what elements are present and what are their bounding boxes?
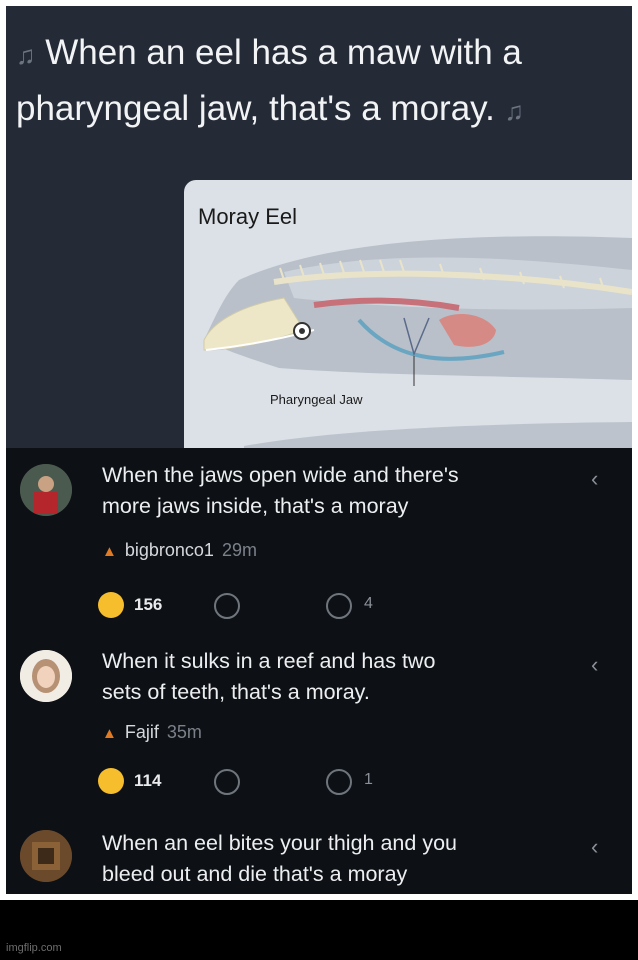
username[interactable]: Fajif — [125, 722, 159, 742]
reply-count: 4 — [364, 595, 373, 612]
post-text: ♫ When an eel has a maw with a pharyngea… — [16, 26, 626, 138]
avatar[interactable] — [20, 830, 72, 882]
reply-count: 1 — [364, 771, 373, 788]
comment-text-line: sets of teeth, that's a moray. — [102, 680, 370, 704]
music-notes-icon: ♫ — [504, 96, 525, 126]
diagram-title: Moray Eel — [198, 204, 298, 229]
like-count: 156 — [134, 595, 163, 614]
timestamp: 29m — [221, 540, 257, 560]
reaction-bar: 156 4 — [98, 590, 398, 620]
comment-text-line: When the jaws open wide and there's — [102, 463, 459, 487]
comment-text-line: bleed out and die that's a moray — [102, 862, 408, 886]
sad-face-icon[interactable] — [214, 593, 240, 619]
reply-icon[interactable] — [326, 769, 352, 795]
comment-meta: ▲ Fajif 35m — [102, 722, 202, 743]
username[interactable]: bigbronco1 — [125, 540, 214, 560]
comment-text: When an eel bites your thigh and you ble… — [102, 828, 562, 890]
like-count: 114 — [134, 771, 162, 790]
sad-face-icon[interactable] — [214, 769, 240, 795]
comment-text-line: When it sulks in a reef and has two — [102, 649, 436, 673]
avatar[interactable] — [20, 650, 72, 702]
flame-icon: ▲ — [102, 725, 117, 742]
comment-meta: ▲ bigbronco1 29m — [102, 540, 257, 561]
moray-diagram-card: Moray Eel Pharyngeal Jaw — [184, 180, 632, 448]
smile-icon[interactable] — [98, 592, 124, 618]
comment-text: When it sulks in a reef and has two sets… — [102, 646, 562, 708]
share-icon[interactable]: ‹ — [591, 834, 598, 860]
avatar[interactable] — [20, 464, 72, 516]
share-icon[interactable]: ‹ — [591, 466, 598, 492]
timestamp: 35m — [166, 722, 202, 742]
comment-text-line: more jaws inside, that's a moray — [102, 494, 409, 518]
watermark: imgflip.com — [6, 942, 62, 954]
meme-frame: ♫ When an eel has a maw with a pharyngea… — [6, 6, 632, 894]
post-line-2-text: pharyngeal jaw, that's a moray. — [16, 89, 495, 128]
reaction-bar: 114 1 — [98, 766, 398, 796]
pharyngeal-jaw-label: Pharyngeal Jaw — [270, 392, 363, 407]
post-line-1-text: When an eel has a maw with a — [45, 33, 522, 72]
post-header: ♫ When an eel has a maw with a pharyngea… — [6, 6, 632, 448]
comment-text-line: When an eel bites your thigh and you — [102, 831, 457, 855]
share-icon[interactable]: ‹ — [591, 652, 598, 678]
post-line-2: pharyngeal jaw, that's a moray. ♫ — [16, 82, 626, 138]
smile-icon[interactable] — [98, 768, 124, 794]
reply-icon[interactable] — [326, 593, 352, 619]
flame-icon: ▲ — [102, 543, 117, 560]
music-notes-icon: ♫ — [16, 40, 36, 70]
post-line-1: ♫ When an eel has a maw with a — [16, 26, 626, 82]
comment-text: When the jaws open wide and there's more… — [102, 460, 562, 522]
bottom-bar: imgflip.com — [0, 900, 638, 960]
comments-section: When the jaws open wide and there's more… — [6, 448, 632, 894]
